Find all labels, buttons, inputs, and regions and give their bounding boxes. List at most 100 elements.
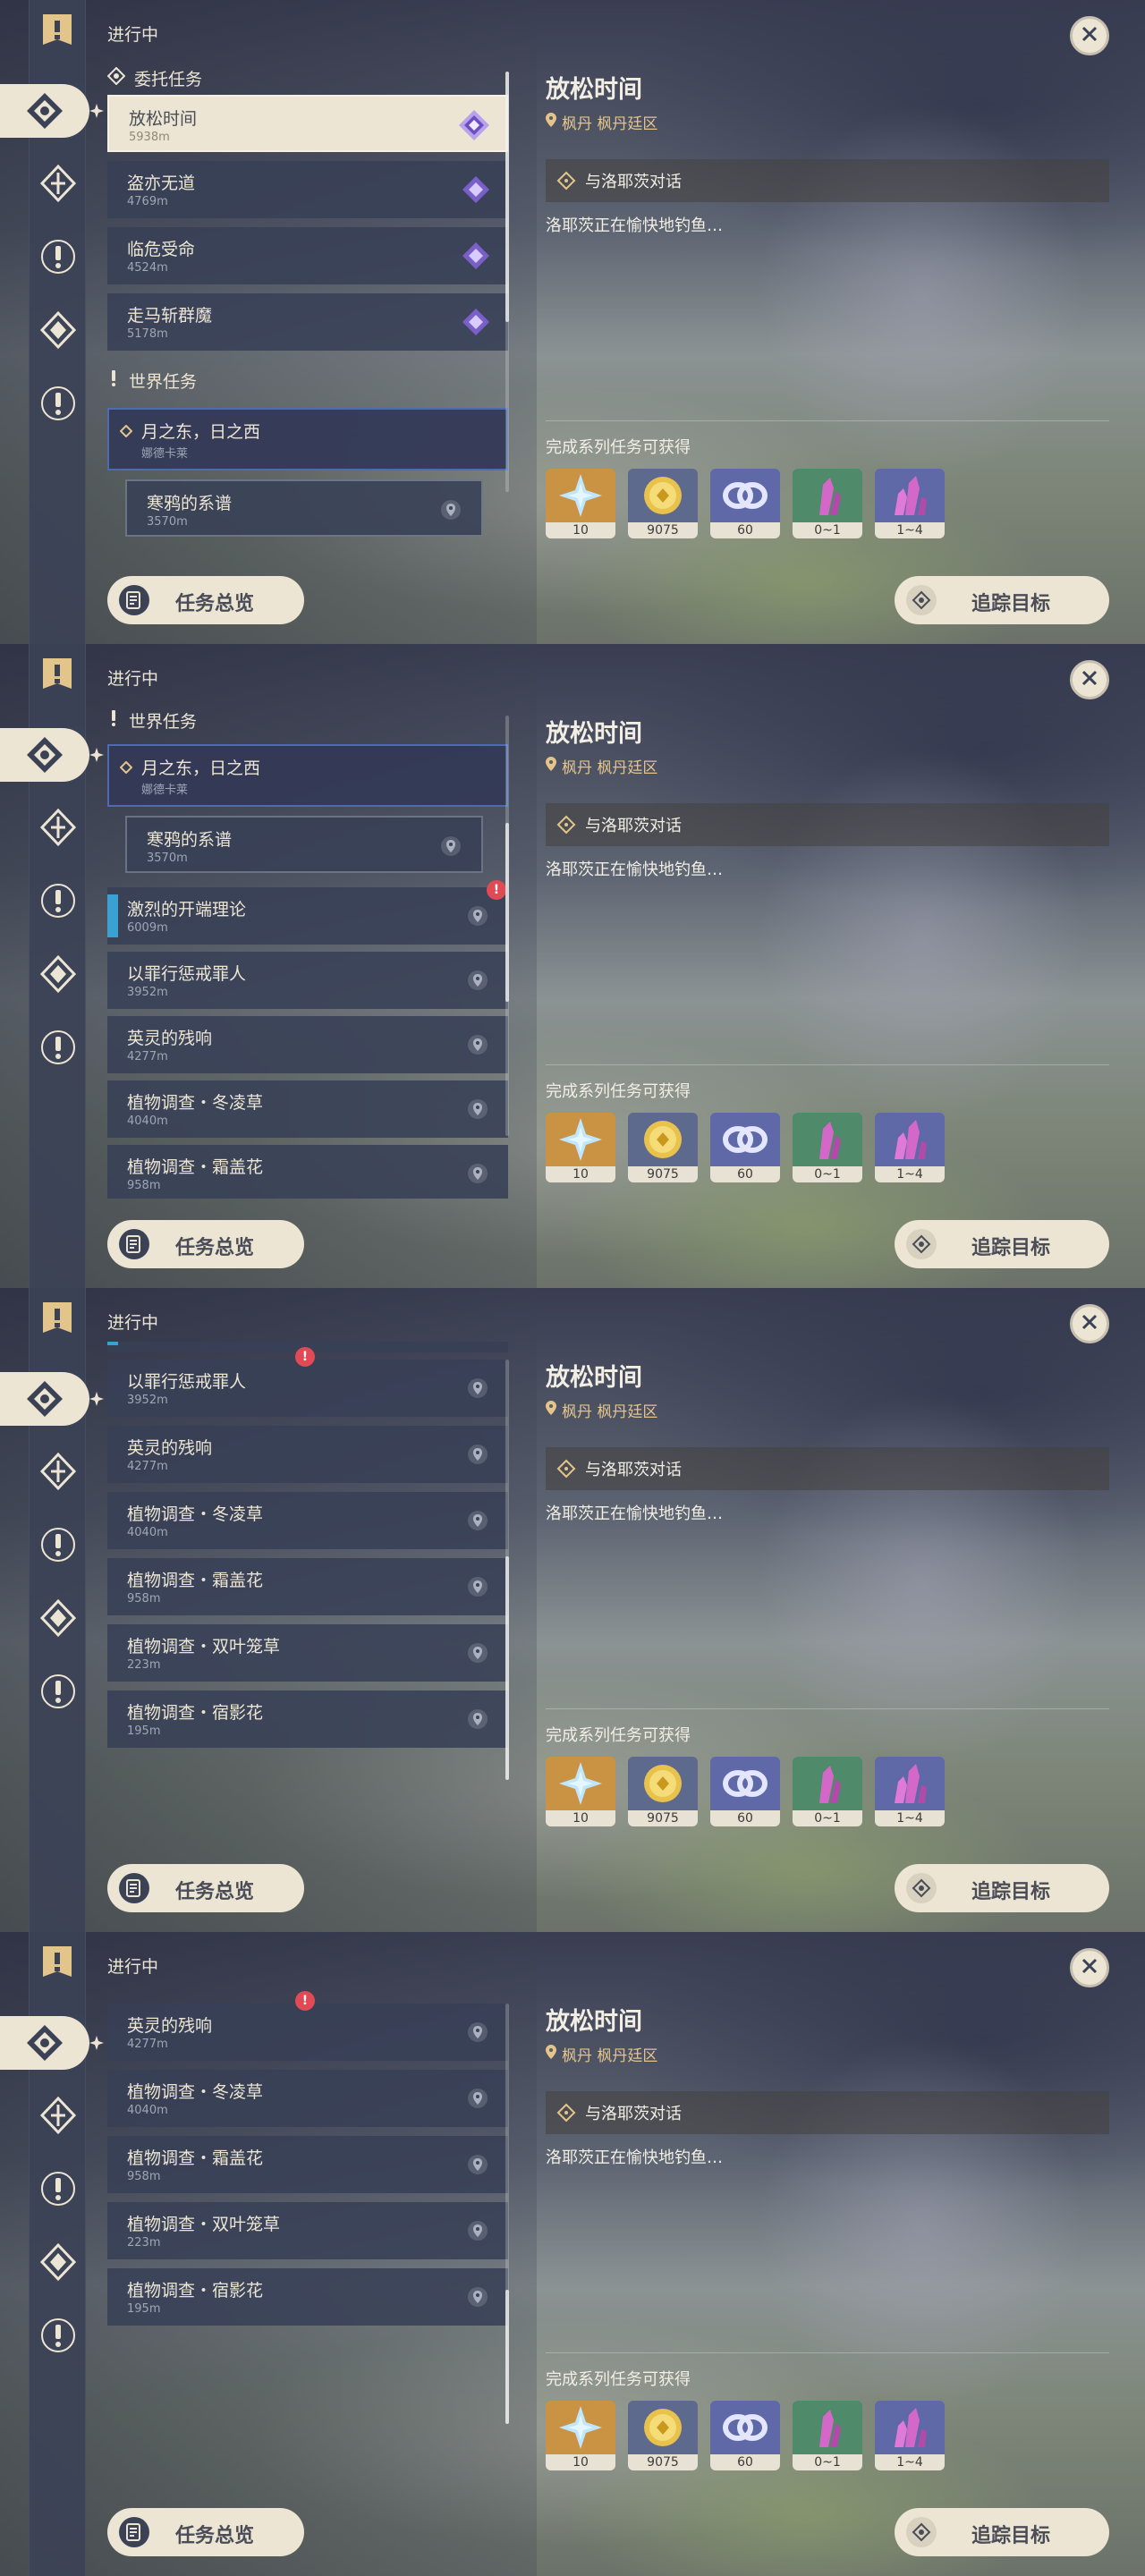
quest-overview-button[interactable]: 任务总览: [107, 1864, 304, 1912]
location-pin-icon[interactable]: [467, 1708, 488, 1730]
track-objective-button[interactable]: 追踪目标: [895, 1864, 1109, 1912]
quest-item-echo[interactable]: 英灵的残响 4277m: [107, 1016, 508, 1073]
reward-intertwined-fate[interactable]: 10: [546, 469, 615, 538]
location-pin-icon[interactable]: [467, 1576, 488, 1597]
location-pin-icon[interactable]: [467, 905, 488, 927]
location-pin-icon[interactable]: [467, 1444, 488, 1465]
quest-item-relax[interactable]: 放松时间 5938m: [107, 95, 508, 152]
category-misc-tab[interactable]: [36, 1669, 81, 1714]
location-pin-icon[interactable]: [440, 499, 462, 521]
quest-item-frost[interactable]: 植物调查・霜盖花 958m: [107, 1558, 508, 1615]
quest-list[interactable]: 世界任务 月之东，日之西 娜德卡莱 寒鸦的系谱 3570m 激烈的开端理论 60…: [98, 698, 510, 1199]
quest-item-horse[interactable]: 走马斩群魔 5178m: [107, 293, 508, 351]
quest-item-crow[interactable]: 寒鸦的系谱 3570m: [125, 816, 483, 873]
quest-item-frost[interactable]: 植物调查・霜盖花 958m: [107, 2136, 508, 2193]
location-pin-icon[interactable]: [467, 1034, 488, 1055]
location-pin-icon[interactable]: [467, 2286, 488, 2308]
quest-item-crime[interactable]: 以罪行惩戒罪人 3952m: [107, 952, 508, 1009]
reward-crystal[interactable]: 0~1: [793, 2401, 862, 2470]
reward-crystal[interactable]: 0~1: [793, 469, 862, 538]
location-pin-icon[interactable]: [467, 2021, 488, 2043]
reward-intertwined-fate[interactable]: 10: [546, 1757, 615, 1826]
close-button[interactable]: [1070, 1948, 1109, 1987]
location-pin-icon[interactable]: [467, 2154, 488, 2175]
location-pin-icon[interactable]: [467, 1510, 488, 1531]
reward-adventure-exp[interactable]: 60: [710, 2401, 780, 2470]
quest-item-crow[interactable]: 寒鸦的系谱 3570m: [125, 479, 483, 537]
reward-adventure-exp[interactable]: 60: [710, 469, 780, 538]
reward-crystal-cluster[interactable]: 1~4: [875, 1757, 945, 1826]
category-commission-tab[interactable]: [0, 728, 89, 782]
location-pin-icon[interactable]: [467, 1098, 488, 1120]
quest-item-moon[interactable]: 月之东，日之西 娜德卡莱: [107, 408, 508, 470]
location-pin-icon[interactable]: [467, 970, 488, 991]
quest-item-shadow[interactable]: 植物调查・宿影花 195m: [107, 1690, 508, 1748]
quest-list[interactable]: 以罪行惩戒罪人 3952m 英灵的残响 4277m 植物调查・冬凌草 4040m…: [98, 1342, 510, 1843]
list-scrollbar-thumb[interactable]: [505, 2290, 509, 2424]
close-button[interactable]: [1070, 16, 1109, 55]
category-archon-tab[interactable]: [36, 2093, 81, 2138]
track-objective-button[interactable]: 追踪目标: [895, 1220, 1109, 1268]
reward-crystal-cluster[interactable]: 1~4: [875, 469, 945, 538]
reward-mora[interactable]: 9075: [628, 1113, 698, 1182]
location-pin-icon[interactable]: [467, 2088, 488, 2109]
list-scrollbar-thumb[interactable]: [505, 1556, 509, 1780]
category-event-tab[interactable]: [36, 308, 81, 352]
quest-item-leaf[interactable]: 植物调查・双叶笼草 223m: [107, 2202, 508, 2259]
category-archon-tab[interactable]: [36, 1449, 81, 1494]
category-event-tab[interactable]: [36, 952, 81, 996]
quest-item-thief[interactable]: 盗亦无道 4769m: [107, 161, 508, 218]
quest-item-echo[interactable]: 英灵的残响 4277m: [107, 1426, 508, 1483]
category-world-tab[interactable]: [36, 878, 81, 923]
category-world-tab[interactable]: [36, 234, 81, 279]
quest-item-leaf[interactable]: 植物调查・双叶笼草 223m: [107, 1624, 508, 1682]
location-pin-icon[interactable]: [467, 2220, 488, 2241]
quest-item-theory[interactable]: 激烈的开端理论 6009m: [107, 887, 508, 945]
reward-crystal[interactable]: 0~1: [793, 1757, 862, 1826]
quest-item-shadow[interactable]: 植物调查・宿影花 195m: [107, 2268, 508, 2326]
reward-mora[interactable]: 9075: [628, 2401, 698, 2470]
category-commission-tab[interactable]: [0, 84, 89, 138]
category-event-tab[interactable]: [36, 1596, 81, 1640]
location-pin-icon[interactable]: [467, 1642, 488, 1664]
quest-item-danger[interactable]: 临危受命 4524m: [107, 227, 508, 284]
quest-item-echo[interactable]: 英灵的残响 4277m: [107, 2004, 508, 2061]
list-scrollbar-thumb[interactable]: [505, 72, 509, 322]
category-world-tab[interactable]: [36, 1522, 81, 1567]
reward-crystal-cluster[interactable]: 1~4: [875, 1113, 945, 1182]
close-button[interactable]: [1070, 660, 1109, 699]
reward-intertwined-fate[interactable]: 10: [546, 1113, 615, 1182]
quest-list[interactable]: 英灵的残响 4277m 植物调查・冬凌草 4040m 植物调查・霜盖花 958m…: [98, 1986, 510, 2487]
quest-overview-button[interactable]: 任务总览: [107, 1220, 304, 1268]
reward-mora[interactable]: 9075: [628, 469, 698, 538]
location-pin-icon[interactable]: [467, 1377, 488, 1399]
reward-mora[interactable]: 9075: [628, 1757, 698, 1826]
reward-adventure-exp[interactable]: 60: [710, 1757, 780, 1826]
quest-item-crime[interactable]: 以罪行惩戒罪人 3952m: [107, 1360, 508, 1417]
quest-item-winter[interactable]: 植物调查・冬凌草 4040m: [107, 2070, 508, 2127]
close-button[interactable]: [1070, 1304, 1109, 1343]
category-event-tab[interactable]: [36, 2240, 81, 2284]
reward-crystal[interactable]: 0~1: [793, 1113, 862, 1182]
location-pin-icon[interactable]: [440, 835, 462, 857]
quest-overview-button[interactable]: 任务总览: [107, 2508, 304, 2556]
quest-item-winter[interactable]: 植物调查・冬凌草 4040m: [107, 1492, 508, 1549]
category-world-tab[interactable]: [36, 2166, 81, 2211]
quest-overview-button[interactable]: 任务总览: [107, 576, 304, 624]
quest-item-moon[interactable]: 月之东，日之西 娜德卡莱: [107, 744, 508, 807]
category-misc-tab[interactable]: [36, 2313, 81, 2358]
track-objective-button[interactable]: 追踪目标: [895, 576, 1109, 624]
list-scrollbar-thumb[interactable]: [505, 823, 509, 1002]
quest-item-frost[interactable]: 植物调查・霜盖花 958m: [107, 1145, 508, 1199]
category-archon-tab[interactable]: [36, 161, 81, 206]
reward-crystal-cluster[interactable]: 1~4: [875, 2401, 945, 2470]
category-misc-tab[interactable]: [36, 381, 81, 426]
quest-list[interactable]: 委托任务 放松时间 5938m 盗亦无道 4769m 临危受命 4524m 走马…: [98, 54, 510, 555]
category-commission-tab[interactable]: [0, 2016, 89, 2070]
track-objective-button[interactable]: 追踪目标: [895, 2508, 1109, 2556]
quest-item-winter[interactable]: 植物调查・冬凌草 4040m: [107, 1080, 508, 1138]
location-pin-icon[interactable]: [467, 1163, 488, 1184]
reward-adventure-exp[interactable]: 60: [710, 1113, 780, 1182]
category-misc-tab[interactable]: [36, 1025, 81, 1070]
category-archon-tab[interactable]: [36, 805, 81, 850]
